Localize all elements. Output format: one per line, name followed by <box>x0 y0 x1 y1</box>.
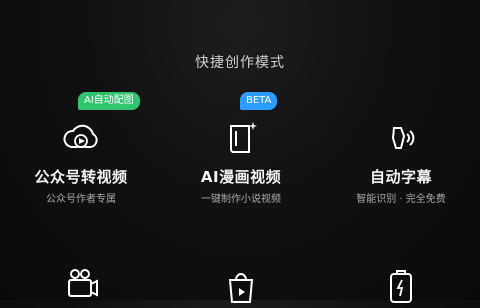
mode-card-article-to-video[interactable]: AI自动配图 公众号转视频 公众号作者专属 <box>6 92 156 222</box>
mode-label: 公众号转视频 <box>34 168 128 186</box>
quick-mode-grid: AI自动配图 公众号转视频 公众号作者专属 BETA AI漫画视频 一键制作小说… <box>0 0 480 303</box>
film-camera-icon <box>59 264 103 308</box>
beta-badge: BETA <box>240 92 278 110</box>
mode-card-battery[interactable] <box>326 262 476 303</box>
book-sparkle-icon <box>219 116 263 160</box>
ai-auto-image-badge: AI自动配图 <box>78 92 140 110</box>
mode-description: 一键制作小说视频 <box>201 194 281 205</box>
mode-label: 自动字幕 <box>369 168 432 186</box>
mode-card-film[interactable] <box>6 262 156 302</box>
voice-speaker-icon <box>379 116 423 160</box>
mode-card-auto-subtitles[interactable]: 自动字幕 智能识别 · 完全免费 <box>326 112 476 222</box>
mode-label: AI漫画视频 <box>200 168 282 186</box>
mode-card-shopping[interactable] <box>166 262 316 303</box>
cloud-play-icon <box>59 116 103 160</box>
shopping-bag-play-icon <box>219 264 263 308</box>
mode-description: 智能识别 · 完全免费 <box>356 194 446 205</box>
mode-card-ai-comic-video[interactable]: BETA AI漫画视频 一键制作小说视频 <box>166 92 316 222</box>
battery-card-icon <box>379 264 423 308</box>
mode-description: 公众号作者专属 <box>46 194 116 205</box>
